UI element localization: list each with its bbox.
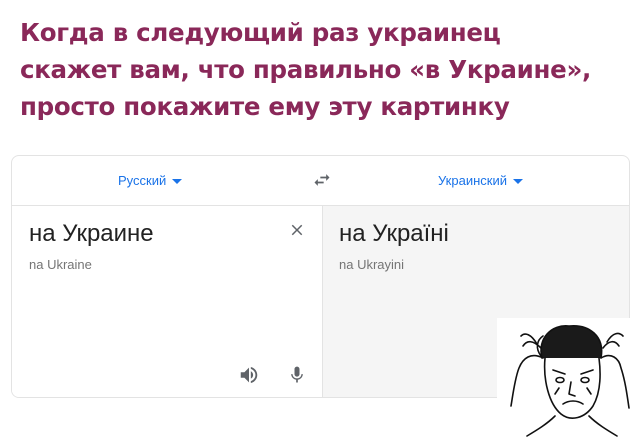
swap-languages-icon[interactable] (312, 170, 332, 190)
target-language-label: Украинский (438, 173, 507, 188)
target-language-selector[interactable]: Украинский (438, 173, 523, 188)
headline-line-2: скажет вам, что правильно «в Украине», (20, 55, 591, 84)
source-language-selector[interactable]: Русский (118, 173, 183, 188)
source-pane[interactable]: на Украине na Ukraine (12, 206, 322, 397)
headline-line-3: просто покажите ему эту картинку (20, 92, 510, 121)
close-icon[interactable] (288, 221, 306, 239)
microphone-icon[interactable] (287, 363, 307, 387)
headline-line-1: Когда в следующий раз украинец (20, 18, 501, 47)
language-bar: Русский Украинский (12, 156, 629, 206)
speaker-icon[interactable] (238, 364, 260, 386)
source-text[interactable]: на Украине (29, 220, 154, 248)
source-language-label: Русский (118, 173, 167, 188)
headline: Когда в следующий раз украинец скажет ва… (20, 14, 630, 125)
source-transliteration: na Ukraine (29, 257, 92, 272)
chevron-down-icon (172, 179, 183, 184)
target-text: на Україні (339, 220, 449, 247)
target-transliteration: na Ukrayini (339, 257, 405, 272)
chevron-down-icon (512, 179, 523, 184)
distressed-face-meme-icon (497, 318, 637, 437)
